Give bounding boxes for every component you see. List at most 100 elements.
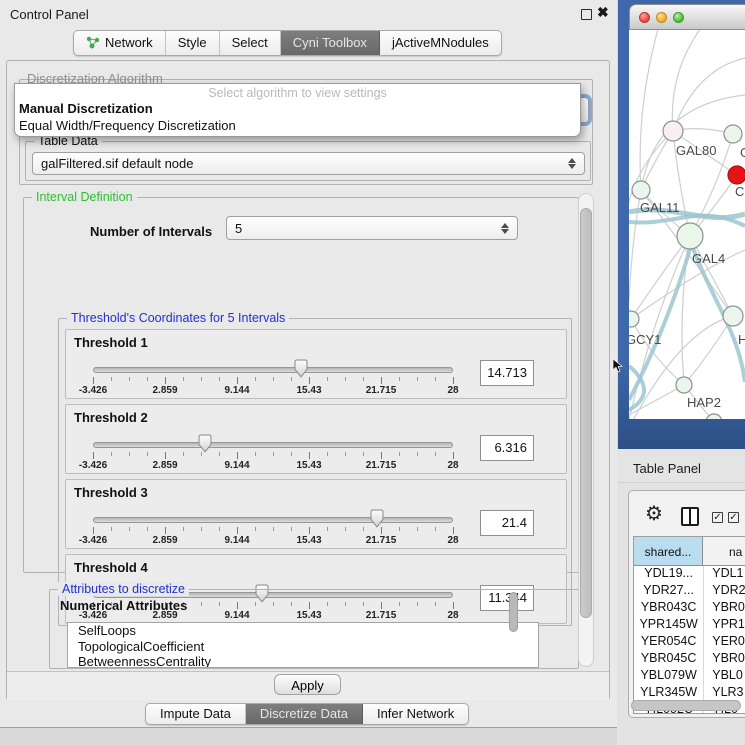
gear-icon[interactable]: ⚙ xyxy=(645,504,663,524)
tab-cyni-toolbox-label: Cyni Toolbox xyxy=(293,35,367,50)
table-row[interactable]: YDL19...YDL1 xyxy=(634,566,745,583)
close-traffic-light-icon[interactable] xyxy=(639,12,650,23)
screenshot-root: Control Panel ✖ Network Style xyxy=(0,0,745,745)
threshold-value-field[interactable]: 21.4 xyxy=(480,510,534,536)
tab-infer-network[interactable]: Infer Network xyxy=(363,704,468,724)
threshold-value-field[interactable]: 6.316 xyxy=(480,435,534,461)
threshold-label: Threshold 4 xyxy=(74,560,148,575)
attribute-list-item[interactable]: SelfLoops xyxy=(68,623,538,639)
tab-discretize-data[interactable]: Discretize Data xyxy=(246,704,363,724)
panel-vertical-scrollbar[interactable] xyxy=(578,193,594,667)
slider-scale-label: 15.43 xyxy=(296,460,321,471)
network-node-red-node[interactable] xyxy=(728,166,745,184)
node-label: GAL11 xyxy=(640,200,680,215)
slider-scale-label: -3.426 xyxy=(79,385,107,396)
threshold-slider-thumb[interactable] xyxy=(198,434,212,453)
table-horizontal-scrollbar-thumb[interactable] xyxy=(631,700,741,711)
tab-select[interactable]: Select xyxy=(220,31,281,55)
network-canvas[interactable]: GAL80GACGAL11GAL4GCY1HHAP2 xyxy=(629,30,745,419)
table-row[interactable]: YBL079WYBL0 xyxy=(634,668,745,685)
cell-name[interactable]: YDR2 xyxy=(704,583,745,600)
cell-name[interactable]: YBR0 xyxy=(704,600,745,617)
checkbox-icon[interactable]: ✓ xyxy=(712,512,723,523)
attribute-list-item[interactable]: BetweennessCentrality xyxy=(68,654,538,668)
interval-definition-group: Interval Definition Number of Intervals … xyxy=(23,197,579,573)
numerical-attributes-list[interactable]: SelfLoopsTopologicalCoefficientBetweenne… xyxy=(67,622,539,668)
network-edge xyxy=(640,30,658,190)
attributes-list-scrollbar-thumb[interactable] xyxy=(509,592,518,632)
network-node-HAP2[interactable] xyxy=(676,377,692,393)
table-row[interactable]: YDR27...YDR2 xyxy=(634,583,745,600)
table-data-combobox[interactable]: galFiltered.sif default node xyxy=(32,152,585,175)
cell-shared-name[interactable]: YPR145W xyxy=(634,617,704,634)
cell-name[interactable]: YPR1 xyxy=(704,617,745,634)
number-of-intervals-combobox[interactable]: 5 xyxy=(226,216,518,240)
threshold-value-field[interactable]: 14.713 xyxy=(480,360,534,386)
table-rows: YDL19...YDL1YDR27...YDR2YBR043CYBR0YPR14… xyxy=(634,566,745,714)
close-icon[interactable]: ✖ xyxy=(597,4,609,21)
panel-scrollbar-thumb[interactable] xyxy=(580,208,592,618)
slider-scale-label: 15.43 xyxy=(296,535,321,546)
attributes-group-title: Attributes to discretize xyxy=(58,582,189,596)
threshold-slider-thumb[interactable] xyxy=(370,509,384,528)
float-window-icon[interactable] xyxy=(581,9,592,20)
cell-name[interactable]: YDL1 xyxy=(704,566,745,583)
table-row[interactable]: YBR043CYBR0 xyxy=(634,600,745,617)
bottom-tab-bar: Impute Data Discretize Data Infer Networ… xyxy=(145,703,469,725)
tab-network[interactable]: Network xyxy=(74,31,166,55)
network-window-titlebar[interactable] xyxy=(629,4,745,30)
threshold-slider-track[interactable] xyxy=(93,367,453,373)
tab-impute-data[interactable]: Impute Data xyxy=(146,704,246,724)
slider-scale-label: 28 xyxy=(447,535,458,546)
table-row[interactable]: YPR145WYPR1 xyxy=(634,617,745,634)
cell-shared-name[interactable]: YBL079W xyxy=(634,668,704,685)
table-row[interactable]: YBR045CYBR0 xyxy=(634,651,745,668)
tab-style[interactable]: Style xyxy=(166,31,220,55)
minimize-traffic-light-icon[interactable] xyxy=(656,12,667,23)
tab-network-label: Network xyxy=(105,35,153,50)
slider-scale-label: 2.859 xyxy=(152,535,177,546)
cell-shared-name[interactable]: YER054C xyxy=(634,634,704,651)
network-node-GAL4[interactable] xyxy=(677,223,703,249)
checkbox-icon[interactable]: ✓ xyxy=(728,512,739,523)
cell-name[interactable]: YBR0 xyxy=(704,651,745,668)
cell-shared-name[interactable]: YBR045C xyxy=(634,651,704,668)
slider-major-ticks xyxy=(93,377,454,384)
attribute-list-item[interactable]: TopologicalCoefficient xyxy=(68,639,538,655)
column-header-shared-name[interactable]: shared... xyxy=(634,537,703,565)
column-header-name[interactable]: na xyxy=(703,537,745,565)
tab-cyni-toolbox[interactable]: Cyni Toolbox xyxy=(281,31,380,55)
control-panel-title: Control Panel xyxy=(10,7,89,22)
slider-scale-label: 9.144 xyxy=(224,460,249,471)
network-node-GAL80[interactable] xyxy=(663,121,683,141)
attributes-group: Attributes to discretize Numerical Attri… xyxy=(49,589,579,669)
cell-shared-name[interactable]: YDR27... xyxy=(634,583,704,600)
cell-shared-name[interactable]: YBR043C xyxy=(634,600,704,617)
cyni-toolbox-panel: Discretization Algorithm Select algorith… xyxy=(6,60,610,700)
network-node-node-top-right[interactable] xyxy=(724,125,742,143)
network-node-GAL11[interactable] xyxy=(632,181,650,199)
apply-button[interactable]: Apply xyxy=(274,674,341,695)
tab-jactivemnodules[interactable]: jActiveMNodules xyxy=(380,31,501,55)
threshold-slider-thumb[interactable] xyxy=(294,359,308,378)
cell-name[interactable]: YBL0 xyxy=(704,668,745,685)
threshold-slider-track[interactable] xyxy=(93,442,453,448)
table-row[interactable]: YER054CYER0 xyxy=(634,634,745,651)
network-node-GCY1[interactable] xyxy=(629,311,639,327)
zoom-traffic-light-icon[interactable] xyxy=(673,12,684,23)
slider-scale-label: 2.859 xyxy=(152,460,177,471)
slider-scale-label: 28 xyxy=(447,385,458,396)
table-panel-title: Table Panel xyxy=(633,461,701,476)
network-node-node-right[interactable] xyxy=(723,306,743,326)
cell-name[interactable]: YER0 xyxy=(704,634,745,651)
columns-icon[interactable] xyxy=(681,507,699,526)
threshold-panel: Threshold 2 6.316 -3.4262.8599.14415.432… xyxy=(65,404,567,474)
popup-hint-item[interactable]: Select algorithm to view settings xyxy=(15,86,580,100)
cell-shared-name[interactable]: YDL19... xyxy=(634,566,704,583)
node-label: GAL4 xyxy=(692,251,725,266)
threshold-slider-track[interactable] xyxy=(93,517,453,523)
popup-item-equal-width-frequency[interactable]: Equal Width/Frequency Discretization xyxy=(19,118,236,133)
tab-select-label: Select xyxy=(232,35,268,50)
table-header-row: shared... na xyxy=(634,537,745,566)
popup-item-manual-discretization[interactable]: Manual Discretization xyxy=(19,101,153,116)
